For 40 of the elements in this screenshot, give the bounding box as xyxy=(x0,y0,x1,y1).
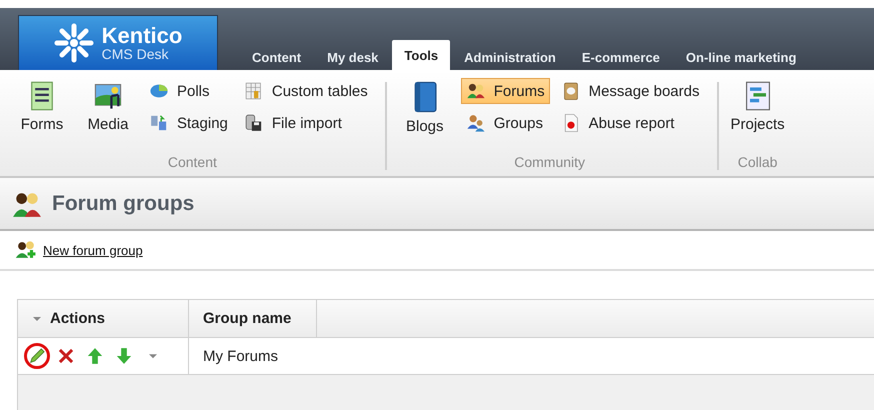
pencil-icon xyxy=(27,346,47,366)
ribbon-button[interactable]: Staging xyxy=(144,110,233,136)
column-header[interactable]: Actions xyxy=(18,300,189,337)
ribbon-button[interactable]: Blogs xyxy=(394,78,455,154)
group-label: Community xyxy=(513,154,586,170)
ribbon-button[interactable]: Media xyxy=(78,78,138,154)
page-title: Forum groups xyxy=(52,192,194,216)
ribbon-button[interactable]: Custom tables xyxy=(238,78,373,104)
logo-product: CMS Desk xyxy=(102,47,170,61)
ribbon-button[interactable]: Projects xyxy=(726,78,789,154)
tab[interactable]: E-commerce xyxy=(570,44,672,70)
ribbon-button[interactable]: Abuse report xyxy=(556,110,704,136)
logo-icon xyxy=(54,23,94,63)
ribbon-button[interactable]: Forms xyxy=(12,78,72,154)
ribbon-button[interactable]: File import xyxy=(238,110,373,136)
people-icon xyxy=(466,81,486,101)
table-cell-text: My Forums xyxy=(202,346,279,366)
caret-icon xyxy=(32,314,42,322)
ribbon-button[interactable]: Forums xyxy=(460,78,550,104)
ribbon-button[interactable]: Groups xyxy=(460,110,550,136)
tab[interactable]: Tools xyxy=(392,40,450,70)
arrow-up-icon xyxy=(85,346,105,366)
action-button[interactable] xyxy=(24,343,50,369)
tab[interactable]: My desk xyxy=(315,44,390,70)
table-icon xyxy=(244,81,264,101)
tab[interactable]: On-line marketing xyxy=(674,44,808,70)
column-title: Actions xyxy=(50,310,106,327)
group-label: Content xyxy=(166,154,218,170)
arrow-down-icon xyxy=(114,346,134,366)
ribbon-button[interactable]: Message boards xyxy=(556,78,704,104)
column-header[interactable]: Group name xyxy=(189,300,317,337)
group-label: Collab xyxy=(736,154,778,170)
database-disk-icon xyxy=(244,113,264,133)
logo-name: Kentico xyxy=(102,25,182,47)
add-people-icon xyxy=(15,239,37,261)
tab[interactable]: Content xyxy=(240,44,314,70)
tab[interactable]: Administration xyxy=(452,44,568,70)
people-icon xyxy=(466,113,486,133)
ribbon-button[interactable]: Polls xyxy=(144,78,233,104)
new-group-link[interactable]: New forum group xyxy=(43,242,143,258)
